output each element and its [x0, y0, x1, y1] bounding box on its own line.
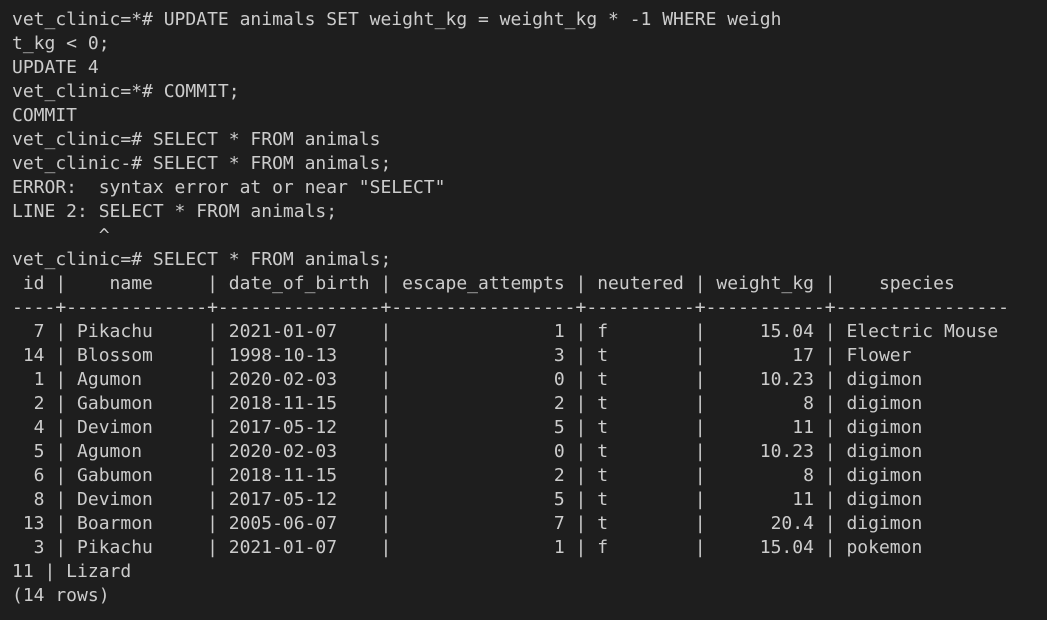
table-row: 4 | Devimon | 2017-05-12 | 5 | t | 11 | … — [12, 417, 923, 438]
terminal-line-error-caret: ^ — [12, 225, 110, 246]
table-row: 14 | Blossom | 1998-10-13 | 3 | t | 17 |… — [12, 345, 912, 366]
terminal-line-update-command-2: t_kg < 0; — [12, 33, 110, 54]
table-row: 1 | Agumon | 2020-02-03 | 0 | t | 10.23 … — [12, 369, 923, 390]
table-row: 2 | Gabumon | 2018-11-15 | 2 | t | 8 | d… — [12, 393, 923, 414]
table-row-truncated: 11 | Lizard — [12, 561, 132, 582]
table-row: 8 | Devimon | 2017-05-12 | 5 | t | 11 | … — [12, 489, 923, 510]
terminal-window[interactable]: vet_clinic=*# UPDATE animals SET weight_… — [0, 0, 1047, 620]
terminal-line-error-location: LINE 2: SELECT * FROM animals; — [12, 201, 338, 222]
terminal-line-error-message: ERROR: syntax error at or near "SELECT" — [12, 177, 446, 198]
result-table-separator: ----+-------------+---------------+-----… — [12, 297, 1009, 318]
terminal-line-select-command-continued: vet_clinic-# SELECT * FROM animals; — [12, 153, 392, 174]
table-row: 7 | Pikachu | 2021-01-07 | 1 | f | 15.04… — [12, 321, 999, 342]
table-row: 13 | Boarmon | 2005-06-07 | 7 | t | 20.4… — [12, 513, 923, 534]
table-row: 3 | Pikachu | 2021-01-07 | 1 | f | 15.04… — [12, 537, 923, 558]
result-row-count: (14 rows) — [12, 585, 110, 606]
terminal-line-update-result: UPDATE 4 — [12, 57, 99, 78]
terminal-line-select-command: vet_clinic=# SELECT * FROM animals; — [12, 249, 392, 270]
table-row: 5 | Agumon | 2020-02-03 | 0 | t | 10.23 … — [12, 441, 923, 462]
terminal-line-commit-command: vet_clinic=*# COMMIT; — [12, 81, 240, 102]
terminal-line-update-command-1: vet_clinic=*# UPDATE animals SET weight_… — [12, 9, 782, 30]
result-table-header: id | name | date_of_birth | escape_attem… — [12, 273, 955, 294]
terminal-line-select-command-incomplete: vet_clinic=# SELECT * FROM animals — [12, 129, 381, 150]
terminal-line-commit-result: COMMIT — [12, 105, 78, 126]
table-row: 6 | Gabumon | 2018-11-15 | 2 | t | 8 | d… — [12, 465, 923, 486]
